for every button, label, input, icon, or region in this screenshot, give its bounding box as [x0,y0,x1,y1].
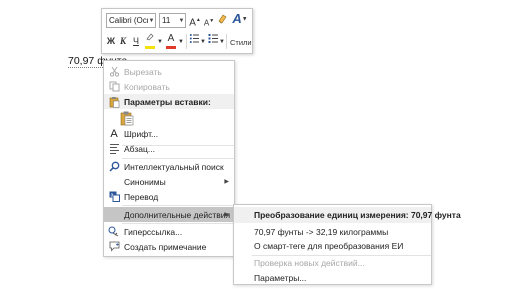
font-color-button[interactable]: A [165,32,177,46]
menu-divider [122,205,234,206]
paste-keep-text-button[interactable] [120,110,136,126]
chevron-down-icon: ▼ [178,17,185,24]
font-color-icon: A [167,33,175,44]
menu-item-translate[interactable]: a Перевод [104,189,234,204]
eraser-icon [218,14,226,24]
menu-item-additional-actions[interactable]: Дополнительные действия ▶ [104,207,234,222]
chevron-down-icon[interactable]: ▼ [200,35,206,49]
grow-font-icon: A [189,17,196,29]
menu-item-label: Синонимы [124,176,166,187]
menu-item-label: Копировать [124,81,170,92]
styles-label[interactable]: Стили [230,38,252,47]
font-icon: A [110,127,118,140]
italic-button[interactable]: К [118,34,128,48]
chevron-down-icon[interactable]: ▼ [157,35,163,49]
highlight-button[interactable] [143,32,157,46]
menu-item-font[interactable]: A Шрифт... [104,126,234,141]
font-size-value: 11 [162,16,171,25]
chevron-right-icon: ▶ [224,212,229,218]
menu-item-label: Шрифт... [124,128,159,139]
submenu-item-check-new-actions[interactable]: Проверка новых действий... [234,255,431,271]
mini-toolbar: Calibri (Осн ▼ 11 ▼ A▲ A▼ A▼ Ж К Ч ▼ A ▼… [101,8,253,54]
paragraph-icon [108,143,120,155]
menu-item-label: Абзац... [124,143,155,154]
chevron-down-icon[interactable]: ▼ [178,35,184,49]
font-name-value: Calibri (Осн [109,16,148,25]
toolbar-divider [186,34,187,49]
bullet-list-icon [189,34,199,43]
smart-lookup-icon [108,161,120,173]
clear-format-button[interactable] [216,13,228,28]
submenu-header: Преобразование единиц измерения: 70,97 ф… [234,207,461,223]
menu-item-label: Создать примечание [124,241,207,252]
numbering-button[interactable] [207,33,219,48]
submenu-item-about-smart-tag[interactable]: О смарт-теге для преобразования ЕИ [234,238,431,254]
additional-actions-submenu: Преобразование единиц измерения: 70,97 ф… [233,204,461,286]
menu-item-paragraph[interactable]: Абзац... [104,141,234,156]
menu-item-smart-lookup[interactable]: Интеллектуальный поиск [104,159,234,174]
submenu-item-settings[interactable]: Параметры... [234,270,431,286]
submenu-header-label: Преобразование единиц измерения: 70,97 ф… [254,210,461,220]
new-comment-icon [108,241,120,253]
menu-item-label: Интеллектуальный поиск [124,161,224,172]
font-name-dropdown[interactable]: Calibri (Осн ▼ [106,13,156,28]
menu-item-label: Гиперссылка... [124,226,183,237]
font-color-swatch [166,46,176,49]
bold-button[interactable]: Ж [106,34,116,48]
submenu-item-label: О смарт-теге для преобразования ЕИ [254,241,404,251]
context-menu: Вырезать Копировать Параметры вставки: A… [103,60,235,257]
submenu-item-label: Параметры... [254,273,307,283]
menu-item-label: Вырезать [124,66,162,77]
translate-icon: a [108,191,120,203]
submenu-item-label: 70,97 фунты -> 32,19 килограммы [254,227,389,237]
hyperlink-icon [108,226,120,238]
toolbar-divider [226,34,227,49]
paste-text-only-icon [120,111,134,126]
highlight-color-swatch [145,46,155,49]
svg-text:a: a [110,192,113,198]
font-size-dropdown[interactable]: 11 ▼ [159,13,186,28]
menu-item-label: Перевод [124,191,159,202]
copy-icon [108,81,120,93]
bullets-button[interactable] [188,33,200,48]
menu-item-new-comment[interactable]: Создать примечание [104,239,234,254]
menu-item-copy[interactable]: Копировать [104,79,234,94]
chevron-down-icon[interactable]: ▼ [219,35,225,49]
menu-item-hyperlink[interactable]: Гиперссылка... [104,224,234,239]
menu-item-cut[interactable]: Вырезать [104,64,234,79]
grow-font-button[interactable]: A▲ [189,13,201,30]
numbered-list-icon [208,34,218,43]
chevron-down-icon: ▼ [148,17,155,24]
chevron-right-icon: ▶ [224,179,229,185]
menu-item-label: Параметры вставки: [124,96,211,107]
styles-button[interactable]: A▼ [232,12,248,27]
menu-item-synonyms[interactable]: Синонимы ▶ [104,174,234,189]
submenu-item-label: Проверка новых действий... [254,258,365,268]
scissors-icon [108,66,120,78]
menu-header-paste-options: Параметры вставки: [104,94,234,109]
shrink-font-button[interactable]: A▼ [203,14,215,31]
highlighter-icon [146,33,154,41]
paste-icon [108,96,120,108]
menu-item-label: Дополнительные действия [124,209,231,220]
underline-button[interactable]: Ч [131,34,141,48]
styles-icon: A [232,11,242,26]
